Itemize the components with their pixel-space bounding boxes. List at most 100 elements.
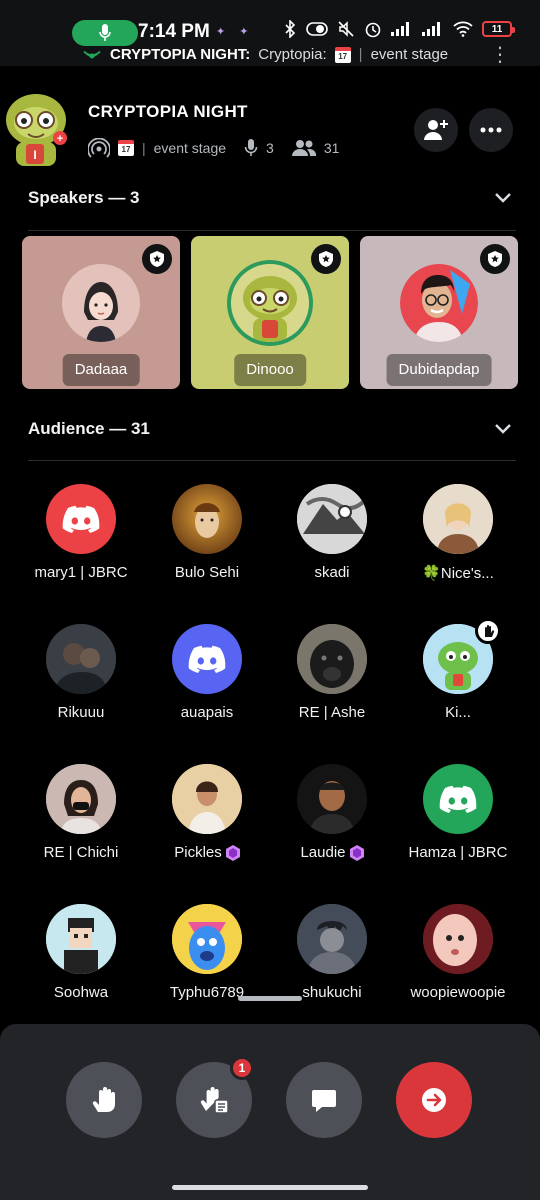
audience-member[interactable]: 🍀Nice's... (393, 484, 523, 582)
member-name: woopiewoopie (410, 984, 506, 1001)
svg-text:+: + (57, 133, 63, 145)
member-name: Soohwa (53, 984, 109, 1001)
audience-member[interactable]: Pickles (142, 764, 272, 861)
discord-logo-icon (439, 785, 477, 813)
nitro-boost-icon (349, 844, 364, 861)
member-name: Laudie (267, 844, 397, 861)
meta-separator: | (142, 140, 146, 156)
speaker-avatar (231, 264, 309, 342)
stage-header: I + CRYPTOPIA NIGHT 17 | event stage 3 3… (0, 66, 540, 186)
moderator-badge-icon (142, 244, 172, 274)
member-name: Rikuuu (57, 704, 105, 721)
avatar (172, 624, 242, 694)
more-options-button[interactable] (469, 108, 513, 152)
status-bar: 7:14 PM ✦✦ 11 CRYPTOPIA NIGHT: Cryptopia… (0, 0, 540, 66)
chevron-down-icon (495, 424, 511, 434)
listener-count: 31 (323, 140, 340, 156)
system-icons: 11 (283, 20, 515, 38)
audience-member[interactable]: Rikuuu (16, 624, 146, 721)
ongoing-stage-ticker[interactable]: CRYPTOPIA NIGHT: Cryptopia: 17 | event s… (82, 46, 448, 63)
notification-icons: ✦✦ (216, 26, 263, 38)
audience-member[interactable]: Laudie (267, 764, 397, 861)
audience-member[interactable]: shukuchi (267, 904, 397, 1001)
scroll-handle[interactable] (238, 996, 302, 1001)
audience-member[interactable]: Hamza | JBRC (393, 764, 523, 861)
audience-heading: Audience — 31 (28, 419, 150, 438)
audience-member[interactable]: Bulo Sehi (142, 484, 272, 581)
more-horizontal-icon (480, 127, 502, 133)
microphone-icon (99, 24, 111, 41)
alarm-icon (365, 22, 381, 38)
speakers-heading: Speakers — 3 (28, 188, 140, 207)
member-name: Pickles (142, 844, 272, 861)
ticker-title: CRYPTOPIA NIGHT: (110, 46, 251, 63)
member-name: mary1 | JBRC (34, 564, 128, 581)
audience-member[interactable]: Soohwa (16, 904, 146, 1001)
divider (28, 230, 516, 231)
member-name: skadi (314, 564, 350, 581)
speaker-name: Dadaaa (62, 354, 140, 386)
avatar (46, 764, 116, 834)
member-name: 🍀Nice's... (422, 565, 494, 582)
audience-member[interactable]: Ki... (393, 618, 523, 721)
member-name: auapais (180, 704, 234, 721)
audience-member[interactable]: mary1 | JBRC (16, 484, 146, 581)
wifi-icon (453, 21, 473, 37)
more-icon[interactable]: ⋮ (490, 42, 510, 67)
raise-hand-button[interactable] (66, 1062, 142, 1138)
mute-icon (338, 21, 354, 37)
moderator-badge-icon (480, 244, 510, 274)
raised-hands-list-icon (200, 1087, 229, 1114)
member-name: Hamza | JBRC (408, 844, 508, 861)
ticker-stage: event stage (370, 46, 449, 63)
speaker-card[interactable]: Dinooo (191, 236, 349, 389)
audience-member[interactable]: skadi (267, 484, 397, 581)
member-name: RE | Ashe (298, 704, 366, 721)
audience-member[interactable]: RE | Ashe (267, 624, 397, 721)
nitro-boost-icon (225, 844, 240, 861)
leave-stage-button[interactable] (396, 1062, 472, 1138)
chevron-down-icon (495, 193, 511, 203)
chat-button[interactable] (286, 1062, 362, 1138)
member-name: Ki... (445, 704, 471, 721)
ticker-text: Cryptopia: (258, 46, 327, 63)
active-mic-indicator[interactable] (72, 20, 138, 46)
avatar (46, 484, 116, 554)
audience-member[interactable]: RE | Chichi (16, 764, 146, 861)
avatar (172, 904, 242, 974)
avatar (297, 904, 367, 974)
people-icon (291, 140, 316, 156)
avatar (423, 618, 501, 694)
bluetooth-icon (285, 20, 296, 38)
audience-member[interactable]: Typhu6789 (142, 904, 272, 1001)
raise-hand-icon (92, 1087, 115, 1112)
svg-text:I: I (33, 148, 36, 162)
divider (28, 460, 516, 461)
audience-member[interactable]: auapais (142, 624, 272, 721)
audience-member[interactable]: woopiewoopie (393, 904, 523, 1001)
hand-queue-button[interactable]: 1 (176, 1056, 254, 1138)
stage-icon (88, 138, 110, 158)
microphone-icon (244, 139, 258, 156)
speaker-card[interactable]: Dubidapdap (360, 236, 518, 389)
speakers-section-header[interactable]: Speakers — 3 (28, 188, 512, 208)
speaker-name: Dubidapdap (386, 354, 492, 386)
avatar (172, 764, 242, 834)
avatar (172, 484, 242, 554)
signal-icon-2 (422, 22, 440, 36)
avatar (423, 904, 493, 974)
stage-server-avatar: I + (0, 90, 72, 170)
stage-title: CRYPTOPIA NIGHT (88, 102, 248, 121)
avatar (297, 624, 367, 694)
avatar (423, 484, 493, 554)
discord-logo-icon (188, 645, 226, 673)
audience-section-header[interactable]: Audience — 31 (28, 419, 512, 439)
leave-icon (422, 1088, 446, 1112)
battery-icon: 11 (482, 21, 515, 37)
avatar (423, 764, 493, 834)
invite-button[interactable] (414, 108, 458, 152)
speaker-card[interactable]: Dadaaa (22, 236, 180, 389)
home-indicator[interactable] (172, 1185, 368, 1190)
avatar (46, 624, 116, 694)
speaker-name: Dinooo (234, 354, 306, 386)
